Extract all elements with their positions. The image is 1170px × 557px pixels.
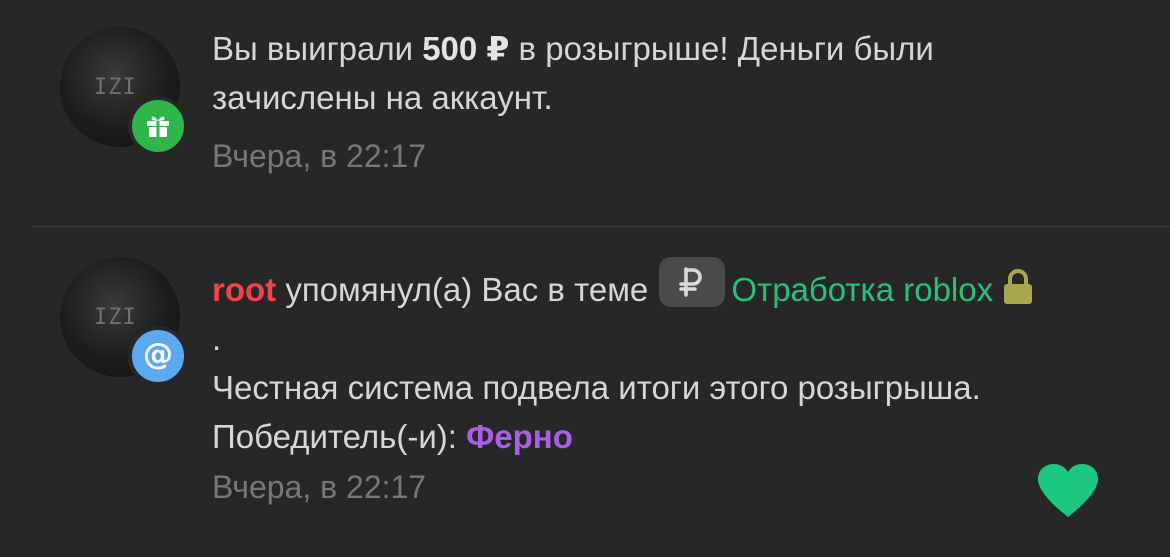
notification-item[interactable]: IZI @ root упомянул(а) Вас в теме Отрабо… <box>0 227 1170 557</box>
avatar-logo-text: IZI <box>94 305 137 330</box>
timestamp: Вчера, в 22:17 <box>212 138 427 174</box>
avatar-group: IZI <box>60 27 188 156</box>
thread-link[interactable]: Отработка roblox <box>731 271 993 308</box>
notification-text: Вы выиграли 500 ₽ в розыгрыше! Деньги бы… <box>212 24 1042 122</box>
avatar-group: IZI @ <box>60 257 188 386</box>
ruble-icon <box>659 257 726 307</box>
gift-badge <box>128 96 188 156</box>
heart-icon[interactable] <box>1036 463 1100 519</box>
mention-badge: @ <box>128 326 188 386</box>
message-text: Честная система подвела итоги этого розы… <box>212 369 981 455</box>
notification-text: root упомянул(а) Вас в теме Отработка ro… <box>212 257 1042 461</box>
username-link[interactable]: root <box>212 271 276 308</box>
gift-icon <box>147 116 169 137</box>
notification-item[interactable]: IZI Вы выиграли 500 ₽ в розыгрыше! Деньг… <box>0 0 1170 226</box>
text-prefix: Вы выиграли <box>212 30 423 67</box>
winner-link[interactable]: Ферно <box>466 418 573 455</box>
action-text: упомянул(а) Вас в теме <box>276 271 658 308</box>
timestamp: Вчера, в 22:17 <box>212 469 427 505</box>
prize-amount: 500 ₽ <box>422 30 510 67</box>
lock-icon <box>1004 269 1033 304</box>
after-thread-text: . <box>212 320 222 357</box>
at-icon: @ <box>143 336 173 372</box>
avatar-logo-text: IZI <box>94 75 137 100</box>
